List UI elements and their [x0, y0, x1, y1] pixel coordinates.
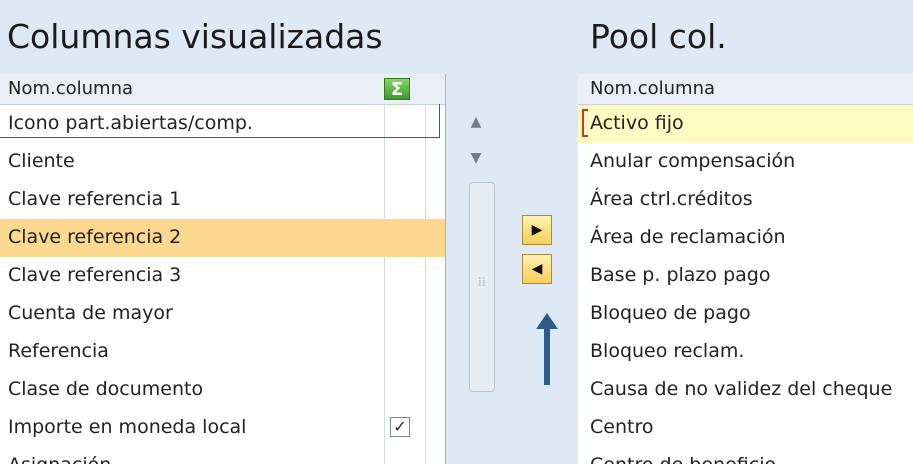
- list-item-label: Clave referencia 1: [8, 188, 182, 210]
- list-item[interactable]: Base p. plazo pago: [578, 257, 913, 295]
- grip-icon: ⁞⁞: [478, 275, 486, 289]
- focus-marker: [582, 109, 588, 137]
- move-to-pool-button[interactable]: ▶: [522, 215, 552, 245]
- list-item-selected[interactable]: Clave referencia 2: [0, 219, 445, 257]
- list-item-label: Importe en moneda local: [8, 416, 247, 438]
- list-item[interactable]: Importe en moneda local ✓: [0, 409, 445, 447]
- list-item[interactable]: Bloqueo de pago: [578, 295, 913, 333]
- list-item-label: Área ctrl.créditos: [590, 188, 753, 210]
- column-pool-header: Nom.columna: [578, 74, 913, 105]
- edit-frame: [0, 104, 440, 138]
- scrollbar[interactable]: ▲ ▼ ⁞⁞: [455, 108, 497, 464]
- list-item[interactable]: Clave referencia 3: [0, 257, 445, 295]
- list-item-label: Causa de no validez del cheque: [590, 378, 893, 400]
- list-item-label: Activo fijo: [590, 112, 684, 134]
- sum-icon[interactable]: Σ: [384, 78, 410, 100]
- list-item[interactable]: Centro de beneficio: [578, 447, 913, 464]
- list-item-label: Base p. plazo pago: [590, 264, 771, 286]
- column-pool-list: Activo fijo Anular compensación Área ctr…: [578, 105, 913, 464]
- list-item[interactable]: Referencia: [0, 333, 445, 371]
- displayed-columns-title: Columnas visualizadas: [7, 17, 383, 56]
- column-pool-grid: Nom.columna Activo fijo Anular compensac…: [578, 74, 913, 464]
- list-item[interactable]: Clase de documento: [0, 371, 445, 409]
- displayed-columns-list: Icono part.abiertas/comp. Cliente Clave …: [0, 105, 445, 464]
- scroll-down-icon[interactable]: ▼: [463, 146, 489, 170]
- move-to-displayed-button[interactable]: ◀: [522, 254, 552, 284]
- list-item[interactable]: Asignación: [0, 447, 445, 464]
- column-pool-title: Pool col.: [590, 17, 727, 56]
- list-item[interactable]: Cliente: [0, 143, 445, 181]
- list-item[interactable]: Causa de no validez del cheque: [578, 371, 913, 409]
- list-item[interactable]: Anular compensación: [578, 143, 913, 181]
- displayed-columns-header: Nom.columna Σ: [0, 74, 445, 105]
- list-item[interactable]: Centro: [578, 409, 913, 447]
- list-item[interactable]: Bloqueo reclam.: [578, 333, 913, 371]
- list-item-label: Asignación: [8, 454, 111, 464]
- list-item-label: Bloqueo reclam.: [590, 340, 745, 362]
- list-item-label: Clave referencia 2: [8, 226, 182, 248]
- list-item-label: Bloqueo de pago: [590, 302, 751, 324]
- list-item-label: Clave referencia 3: [8, 264, 182, 286]
- scroll-thumb[interactable]: ⁞⁞: [469, 182, 495, 392]
- scroll-up-icon[interactable]: ▲: [463, 110, 489, 134]
- list-item-label: Cuenta de mayor: [8, 302, 173, 324]
- sum-checkbox[interactable]: ✓: [390, 417, 410, 437]
- column-name-header[interactable]: Nom.columna: [8, 74, 133, 104]
- list-item-label: Referencia: [8, 340, 109, 362]
- list-item-label: Centro: [590, 416, 654, 438]
- up-arrow-icon: [536, 313, 558, 385]
- list-item-selected[interactable]: Activo fijo: [578, 105, 913, 143]
- list-item-label: Clase de documento: [8, 378, 204, 400]
- list-item[interactable]: Área de reclamación: [578, 219, 913, 257]
- list-item[interactable]: Clave referencia 1: [0, 181, 445, 219]
- list-item[interactable]: Cuenta de mayor: [0, 295, 445, 333]
- column-name-header[interactable]: Nom.columna: [590, 74, 715, 104]
- list-item-label: Anular compensación: [590, 150, 796, 172]
- list-item-label: Área de reclamación: [590, 226, 786, 248]
- list-item-label: Cliente: [8, 150, 75, 172]
- list-item[interactable]: Área ctrl.créditos: [578, 181, 913, 219]
- list-item-label: Centro de beneficio: [590, 454, 776, 464]
